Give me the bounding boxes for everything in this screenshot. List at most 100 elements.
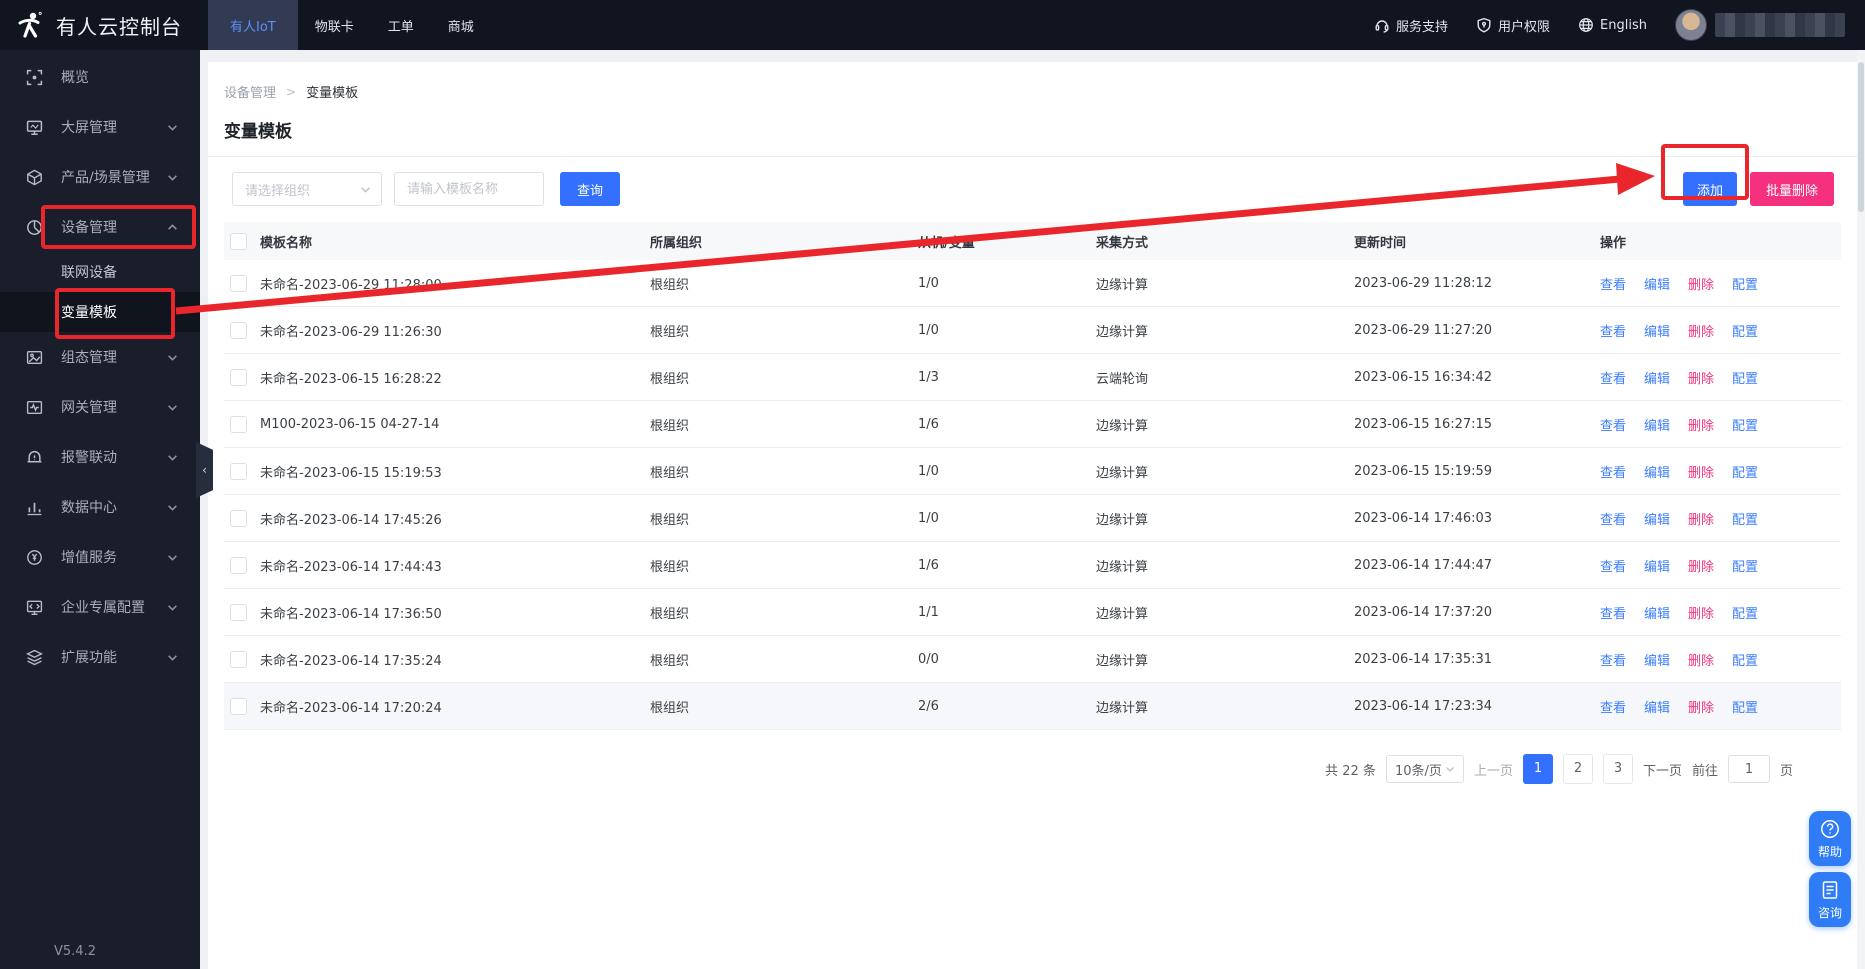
add-button[interactable]: 添加 <box>1683 172 1737 206</box>
cell-update-time: 2023-06-29 11:28:12 <box>1354 276 1600 291</box>
edit-link[interactable]: 编辑 <box>1644 415 1670 434</box>
sidebar-item-data-center[interactable]: 数据中心 <box>0 482 200 532</box>
sidebar-item-scada[interactable]: 组态管理 <box>0 332 200 382</box>
goto-page-input[interactable] <box>1728 755 1770 783</box>
row-checkbox[interactable] <box>230 463 247 480</box>
view-link[interactable]: 查看 <box>1600 415 1626 434</box>
user-permission-item[interactable]: 用户权限 <box>1476 16 1550 35</box>
config-link[interactable]: 配置 <box>1732 603 1758 622</box>
tab-usr-iot[interactable]: 有人IoT <box>208 0 298 50</box>
breadcrumb-parent[interactable]: 设备管理 <box>224 82 276 101</box>
help-button[interactable]: 帮助 <box>1809 811 1851 866</box>
edit-link[interactable]: 编辑 <box>1644 462 1670 481</box>
service-support-item[interactable]: 服务支持 <box>1374 16 1448 35</box>
username-redacted[interactable] <box>1715 13 1845 37</box>
template-name-input[interactable] <box>394 172 544 206</box>
row-checkbox[interactable] <box>230 651 247 668</box>
config-link[interactable]: 配置 <box>1732 462 1758 481</box>
sidebar-item-bigscreen[interactable]: 大屏管理 <box>0 102 200 152</box>
view-link[interactable]: 查看 <box>1600 509 1626 528</box>
user-avatar[interactable] <box>1675 9 1707 41</box>
edit-link[interactable]: 编辑 <box>1644 274 1670 293</box>
view-link[interactable]: 查看 <box>1600 650 1626 669</box>
view-link[interactable]: 查看 <box>1600 321 1626 340</box>
config-link[interactable]: 配置 <box>1732 274 1758 293</box>
delete-link[interactable]: 删除 <box>1688 556 1714 575</box>
view-link[interactable]: 查看 <box>1600 368 1626 387</box>
config-link[interactable]: 配置 <box>1732 697 1758 716</box>
select-all-checkbox[interactable] <box>230 233 247 250</box>
page-button-2[interactable]: 2 <box>1563 754 1593 784</box>
row-checkbox[interactable] <box>230 275 247 292</box>
sidebar-item-value-added[interactable]: 增值服务 <box>0 532 200 582</box>
delete-link[interactable]: 删除 <box>1688 368 1714 387</box>
config-link[interactable]: 配置 <box>1732 650 1758 669</box>
edit-link[interactable]: 编辑 <box>1644 321 1670 340</box>
config-link[interactable]: 配置 <box>1732 368 1758 387</box>
scrollbar-track[interactable] <box>1857 50 1865 969</box>
sidebar-item-extensions[interactable]: 扩展功能 <box>0 632 200 682</box>
view-link[interactable]: 查看 <box>1600 603 1626 622</box>
table-row: 未命名-2023-06-29 11:28:00 根组织 1/0 边缘计算 202… <box>224 260 1841 307</box>
breadcrumb-separator: > <box>286 85 296 99</box>
tab-work-order[interactable]: 工单 <box>371 0 431 50</box>
sidebar-item-gateway[interactable]: 网关管理 <box>0 382 200 432</box>
row-checkbox[interactable] <box>230 369 247 386</box>
delete-link[interactable]: 删除 <box>1688 650 1714 669</box>
org-select[interactable]: 请选择组织 <box>232 172 382 206</box>
sidebar-item-overview[interactable]: 概览 <box>0 52 200 102</box>
next-page-button[interactable]: 下一页 <box>1643 760 1682 779</box>
delete-link[interactable]: 删除 <box>1688 697 1714 716</box>
row-checkbox[interactable] <box>230 322 247 339</box>
prev-page-button[interactable]: 上一页 <box>1474 760 1513 779</box>
sidebar-item-device-mgmt[interactable]: 设备管理 <box>0 202 200 252</box>
delete-link[interactable]: 删除 <box>1688 274 1714 293</box>
edit-link[interactable]: 编辑 <box>1644 556 1670 575</box>
goto-unit: 页 <box>1780 760 1793 779</box>
page-button-1[interactable]: 1 <box>1523 754 1553 784</box>
sidebar-collapse-handle[interactable]: ‹ <box>196 442 213 498</box>
sidebar-item-enterprise-config[interactable]: 企业专属配置 <box>0 582 200 632</box>
config-link[interactable]: 配置 <box>1732 556 1758 575</box>
row-checkbox[interactable] <box>230 698 247 715</box>
delete-link[interactable]: 删除 <box>1688 509 1714 528</box>
delete-link[interactable]: 删除 <box>1688 321 1714 340</box>
chevron-down-icon <box>1445 764 1455 774</box>
row-checkbox[interactable] <box>230 510 247 527</box>
config-link[interactable]: 配置 <box>1732 415 1758 434</box>
cell-slave-variable: 1/0 <box>918 511 1096 526</box>
sidebar-item-alarm[interactable]: 报警联动 <box>0 432 200 482</box>
headset-icon <box>1374 17 1390 33</box>
delete-link[interactable]: 删除 <box>1688 603 1714 622</box>
view-link[interactable]: 查看 <box>1600 556 1626 575</box>
chevron-up-icon <box>167 222 178 233</box>
language-switch-item[interactable]: English <box>1578 17 1647 33</box>
search-button[interactable]: 查询 <box>560 172 620 206</box>
config-link[interactable]: 配置 <box>1732 321 1758 340</box>
edit-link[interactable]: 编辑 <box>1644 603 1670 622</box>
batch-delete-button[interactable]: 批量删除 <box>1750 172 1834 206</box>
row-checkbox[interactable] <box>230 604 247 621</box>
config-link[interactable]: 配置 <box>1732 509 1758 528</box>
row-checkbox[interactable] <box>230 557 247 574</box>
sidebar-item-variable-template[interactable]: 变量模板 <box>0 292 200 332</box>
consult-button[interactable]: 咨询 <box>1809 872 1851 927</box>
view-link[interactable]: 查看 <box>1600 462 1626 481</box>
page-button-3[interactable]: 3 <box>1603 754 1633 784</box>
sidebar-item-networked-devices[interactable]: 联网设备 <box>0 252 200 292</box>
breadcrumb-current: 变量模板 <box>306 82 358 101</box>
page-size-select[interactable]: 10条/页 <box>1386 755 1464 783</box>
edit-link[interactable]: 编辑 <box>1644 650 1670 669</box>
sidebar-item-product[interactable]: 产品/场景管理 <box>0 152 200 202</box>
view-link[interactable]: 查看 <box>1600 274 1626 293</box>
scrollbar-thumb[interactable] <box>1858 62 1864 212</box>
delete-link[interactable]: 删除 <box>1688 462 1714 481</box>
edit-link[interactable]: 编辑 <box>1644 509 1670 528</box>
tab-mall[interactable]: 商城 <box>431 0 491 50</box>
delete-link[interactable]: 删除 <box>1688 415 1714 434</box>
tab-iot-card[interactable]: 物联卡 <box>298 0 371 50</box>
edit-link[interactable]: 编辑 <box>1644 697 1670 716</box>
edit-link[interactable]: 编辑 <box>1644 368 1670 387</box>
view-link[interactable]: 查看 <box>1600 697 1626 716</box>
row-checkbox[interactable] <box>230 416 247 433</box>
